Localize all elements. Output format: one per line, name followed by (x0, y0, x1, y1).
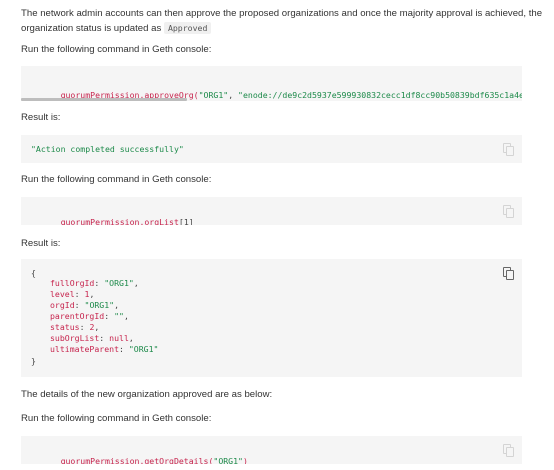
open-brace: { (31, 268, 36, 278)
copy-icon[interactable] (503, 267, 514, 280)
get-org-details-code-block[interactable]: quorumPermission.getOrgDetails("ORG1") (21, 436, 522, 464)
org-list-fn: quorumPermission.orgList (60, 216, 179, 225)
run-command-label-2: Run the following command in Geth consol… (21, 174, 212, 185)
intro-paragraph: The network admin accounts can then appr… (21, 6, 544, 36)
close-brace: } (31, 356, 36, 366)
action-completed-result: "Action completed successfully" (31, 144, 184, 154)
run-command-label-1: Run the following command in Geth consol… (21, 44, 212, 55)
field-full-org-id: fullOrgId: "ORG1", (50, 278, 139, 288)
approved-status-code: Approved (163, 22, 212, 34)
copy-icon[interactable] (503, 143, 514, 156)
run-command-label-3: Run the following command in Geth consol… (21, 413, 212, 424)
intro-text: The network admin accounts can then appr… (21, 8, 543, 34)
get-org-details-close: ) (242, 455, 248, 464)
get-org-details-fn: quorumPermission.getOrgDetails( (60, 455, 214, 464)
copy-icon[interactable] (503, 444, 514, 457)
org-list-code-block[interactable]: quorumPermission.orgList[1] (21, 197, 522, 225)
get-org-details-arg: "ORG1" (213, 455, 243, 464)
details-paragraph: The details of the new organization appr… (21, 389, 273, 400)
result-label-2: Result is: (21, 238, 61, 249)
org-list-command: quorumPermission.orgList[1] (31, 206, 194, 225)
documentation-page: The network admin accounts can then appr… (0, 0, 554, 470)
org-list-index: [1] (178, 216, 194, 225)
horizontal-scrollbar[interactable] (21, 98, 187, 101)
field-parent-org-id: parentOrgId: "", (50, 311, 129, 321)
field-sub-org-list: subOrgList: null, (50, 333, 134, 343)
result-code-block-1: "Action completed successfully" (21, 135, 522, 163)
approve-org-enode: "enode://de9c2d5937e599930832cecc1df8cc9… (238, 89, 522, 100)
org-list-result-code-block: { fullOrgId: "ORG1", level: 1, orgId: "O… (21, 259, 522, 377)
field-level: level: 1, (50, 289, 95, 299)
field-org-id: orgId: "ORG1", (50, 300, 120, 310)
approve-org-code-block[interactable]: quorumPermission.approveOrg("ORG1", "eno… (21, 66, 522, 101)
get-org-details-command: quorumPermission.getOrgDetails("ORG1") (31, 445, 248, 464)
field-status: status: 2, (50, 322, 100, 332)
copy-icon[interactable] (503, 205, 514, 218)
field-ultimate-parent: ultimateParent: "ORG1" (50, 344, 159, 354)
approve-org-arg1: "ORG1" (198, 89, 229, 100)
approve-org-separator: , (228, 89, 239, 100)
result-label-1: Result is: (21, 112, 61, 123)
